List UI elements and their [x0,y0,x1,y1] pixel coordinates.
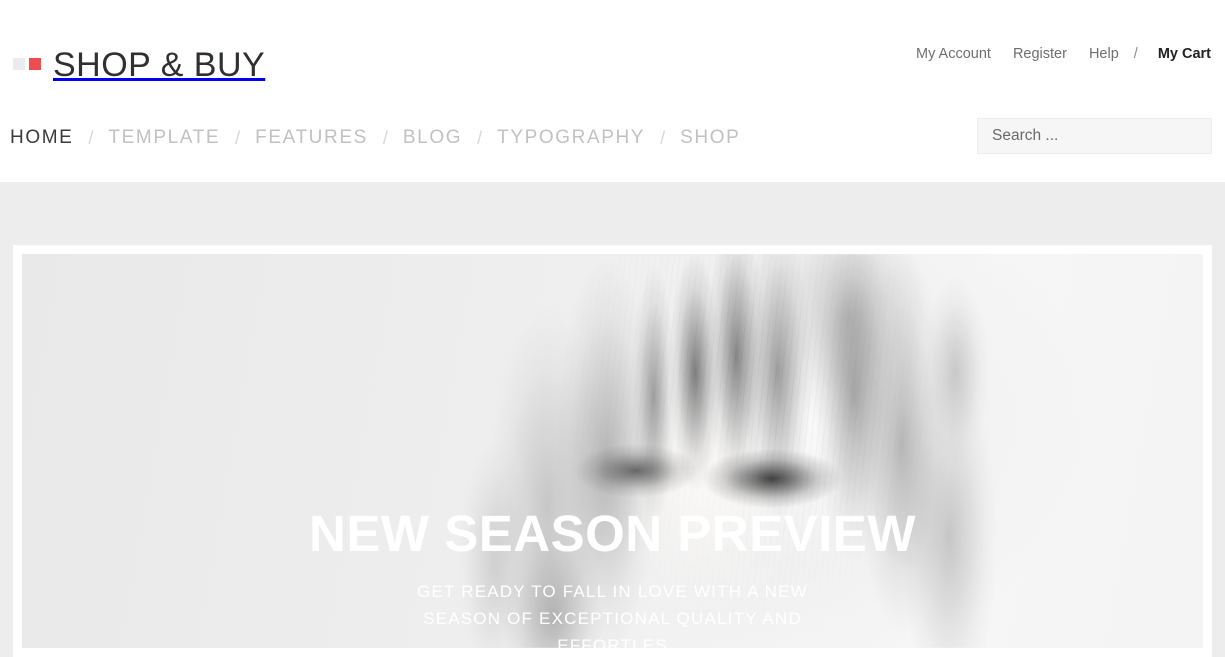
search-box[interactable] [977,118,1212,154]
logo-text: SHOP & BUY [53,46,266,84]
site-header: SHOP & BUY My Account Register Help / My… [0,0,1225,182]
nav-item-template[interactable]: TEMPLATE [108,124,220,152]
hero-photo-texture [22,254,1203,648]
utility-nav-separator: / [1133,46,1138,62]
nav-separator: / [382,128,388,148]
nav-item-home[interactable]: HOME [10,124,73,152]
main-nav: HOME / TEMPLATE / FEATURES / BLOG / TYPO… [10,124,740,152]
nav-item-typography[interactable]: TYPOGRAPHY [497,124,645,152]
utility-nav: My Account Register Help / My Cart [905,44,1211,64]
nav-item-features[interactable]: FEATURES [255,124,368,152]
nav-item-shop[interactable]: SHOP [680,124,740,152]
utility-link-my-account[interactable]: My Account [905,44,1002,64]
nav-separator: / [235,128,241,148]
hero-frame: NEW SEASON PREVIEW GET READY TO FALL IN … [13,245,1212,657]
hero-photo [22,254,1203,648]
utility-link-register[interactable]: Register [1002,44,1078,64]
hero-slide[interactable]: NEW SEASON PREVIEW GET READY TO FALL IN … [22,254,1203,648]
nav-separator: / [660,128,666,148]
search-input[interactable] [978,119,1211,153]
utility-link-help[interactable]: Help [1078,44,1130,64]
nav-separator: / [88,128,94,148]
nav-separator: / [477,128,483,148]
logo-square-accent-icon [29,58,41,70]
logo-mark-icon [13,58,41,72]
utility-link-my-cart[interactable]: My Cart [1142,44,1211,64]
hero-section: NEW SEASON PREVIEW GET READY TO FALL IN … [0,182,1225,657]
site-logo[interactable]: SHOP & BUY [13,42,265,88]
nav-item-blog[interactable]: BLOG [403,124,462,152]
logo-square-light-icon [13,58,25,70]
